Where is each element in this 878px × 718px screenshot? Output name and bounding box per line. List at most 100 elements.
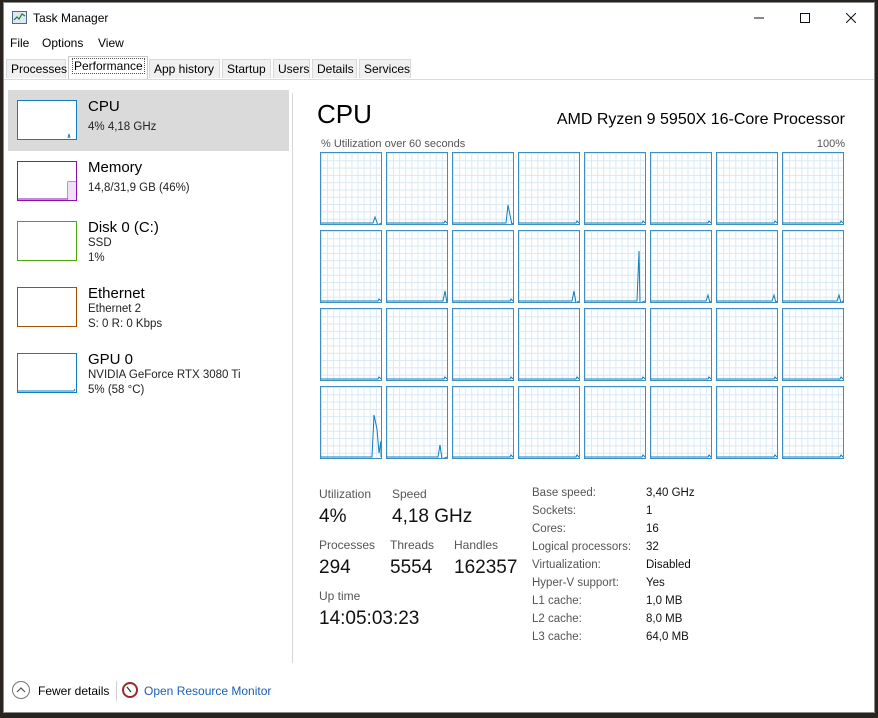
ethernet-thumbnail-icon bbox=[17, 287, 77, 327]
core-graph bbox=[452, 386, 514, 459]
spec-value: 16 bbox=[646, 523, 659, 535]
uptime-label: Up time bbox=[319, 589, 361, 603]
menu-file[interactable]: File bbox=[10, 36, 29, 50]
core-graph bbox=[584, 386, 646, 459]
core-graph bbox=[386, 230, 448, 303]
core-usage-line bbox=[717, 293, 777, 302]
core-usage-trace bbox=[585, 376, 645, 380]
menu-view[interactable]: View bbox=[98, 36, 124, 50]
sidebar-item-gpu[interactable]: GPU 0 NVIDIA GeForce RTX 3080 Ti 5% (58 … bbox=[8, 343, 289, 404]
graph-caption: % Utilization over 60 seconds bbox=[321, 138, 466, 150]
task-manager-window: Task Manager File Options View Processes… bbox=[3, 2, 875, 713]
tab-performance[interactable]: Performance bbox=[68, 56, 148, 79]
core-usage-trace bbox=[651, 376, 711, 380]
memory-thumbnail-icon bbox=[17, 161, 77, 201]
tab-startup[interactable]: Startup bbox=[222, 59, 271, 78]
processes-value: 294 bbox=[319, 557, 351, 578]
tab-app-history[interactable]: App history bbox=[149, 59, 220, 78]
core-usage-line bbox=[717, 454, 777, 458]
core-usage-trace bbox=[585, 454, 645, 458]
core-graph bbox=[650, 308, 712, 381]
spec-value: 1 bbox=[646, 505, 653, 517]
tab-processes[interactable]: Processes bbox=[6, 59, 67, 78]
core-usage-line bbox=[651, 293, 711, 302]
spec-key: Logical processors: bbox=[532, 541, 632, 553]
core-graph bbox=[584, 230, 646, 303]
core-graph bbox=[452, 308, 514, 381]
close-button[interactable] bbox=[828, 3, 874, 33]
spec-value: 8,0 MB bbox=[646, 613, 683, 625]
spec-value: 1,0 MB bbox=[646, 595, 683, 607]
page-title: CPU bbox=[317, 99, 372, 129]
core-usage-trace bbox=[453, 376, 513, 380]
resource-monitor-icon bbox=[122, 682, 138, 698]
cpu-thumbnail-icon bbox=[17, 100, 77, 140]
sidebar-item-title: Disk 0 (C:) bbox=[88, 219, 159, 236]
tab-strip: Processes Performance App history Startu… bbox=[4, 56, 874, 80]
core-graph bbox=[650, 230, 712, 303]
core-usage-line bbox=[585, 454, 645, 458]
tab-details[interactable]: Details bbox=[312, 59, 357, 78]
core-usage-trace bbox=[387, 444, 447, 458]
core-graph bbox=[518, 386, 580, 459]
core-graph bbox=[584, 152, 646, 225]
core-usage-line bbox=[321, 376, 381, 380]
sidebar-item-disk[interactable]: Disk 0 (C:) SSD 1% bbox=[8, 211, 289, 272]
spec-key: Base speed: bbox=[532, 487, 596, 499]
tab-services[interactable]: Services bbox=[359, 59, 411, 78]
uptime-value: 14:05:03:23 bbox=[319, 608, 420, 629]
spec-key: Hyper-V support: bbox=[532, 577, 619, 589]
core-graph bbox=[584, 308, 646, 381]
core-usage-line bbox=[585, 376, 645, 380]
sidebar-item-detail-2: 1% bbox=[88, 252, 105, 264]
menu-options[interactable]: Options bbox=[42, 36, 83, 50]
core-usage-trace bbox=[717, 220, 777, 224]
sidebar-item-detail-2: S: 0 R: 0 Kbps bbox=[88, 318, 163, 330]
core-usage-line bbox=[387, 376, 447, 380]
core-graph bbox=[518, 308, 580, 381]
core-usage-line bbox=[651, 376, 711, 380]
core-graph bbox=[650, 152, 712, 225]
sidebar-item-detail: 14,8/31,9 GB (46%) bbox=[88, 182, 190, 194]
core-usage-line bbox=[453, 298, 513, 302]
core-usage-trace bbox=[717, 454, 777, 458]
core-usage-trace bbox=[387, 290, 447, 302]
core-usage-trace bbox=[651, 220, 711, 224]
footer-divider bbox=[116, 681, 117, 701]
maximize-button[interactable] bbox=[782, 3, 828, 33]
core-graph bbox=[320, 308, 382, 381]
core-usage-trace bbox=[387, 376, 447, 380]
core-graph bbox=[782, 308, 844, 381]
core-usage-line bbox=[717, 376, 777, 380]
core-usage-trace bbox=[519, 376, 579, 380]
sidebar-item-ethernet[interactable]: Ethernet Ethernet 2 S: 0 R: 0 Kbps bbox=[8, 277, 289, 338]
disk-thumbnail-icon bbox=[17, 221, 77, 261]
title-bar[interactable]: Task Manager bbox=[4, 3, 874, 33]
core-usage-trace bbox=[783, 220, 843, 224]
handles-label: Handles bbox=[454, 538, 499, 552]
sidebar-item-cpu[interactable]: CPU 4% 4,18 GHz bbox=[8, 90, 289, 151]
core-graph bbox=[716, 386, 778, 459]
core-usage-line bbox=[519, 220, 579, 224]
core-graph bbox=[452, 230, 514, 303]
sidebar-item-memory[interactable]: Memory 14,8/31,9 GB (46%) bbox=[8, 151, 289, 212]
speed-value: 4,18 GHz bbox=[392, 506, 473, 527]
core-usage-trace bbox=[453, 454, 513, 458]
sidebar-item-detail: 4% 4,18 GHz bbox=[88, 121, 157, 133]
core-graph bbox=[716, 308, 778, 381]
core-usage-line bbox=[321, 215, 381, 224]
tab-users[interactable]: Users bbox=[273, 59, 310, 78]
core-usage-trace bbox=[519, 220, 579, 224]
core-usage-line bbox=[585, 250, 645, 302]
spec-key: Sockets: bbox=[532, 505, 577, 517]
minimize-button[interactable] bbox=[736, 3, 782, 33]
logical-processor-graphs[interactable] bbox=[320, 152, 850, 460]
core-usage-line bbox=[387, 220, 447, 224]
resource-monitor-label: Open Resource Monitor bbox=[144, 684, 272, 698]
sidebar-item-detail: NVIDIA GeForce RTX 3080 Ti bbox=[88, 369, 241, 381]
core-usage-trace bbox=[519, 290, 579, 302]
core-usage-trace bbox=[651, 454, 711, 458]
panel-divider[interactable] bbox=[292, 93, 293, 663]
minimize-icon bbox=[754, 17, 764, 19]
core-usage-trace bbox=[783, 376, 843, 380]
